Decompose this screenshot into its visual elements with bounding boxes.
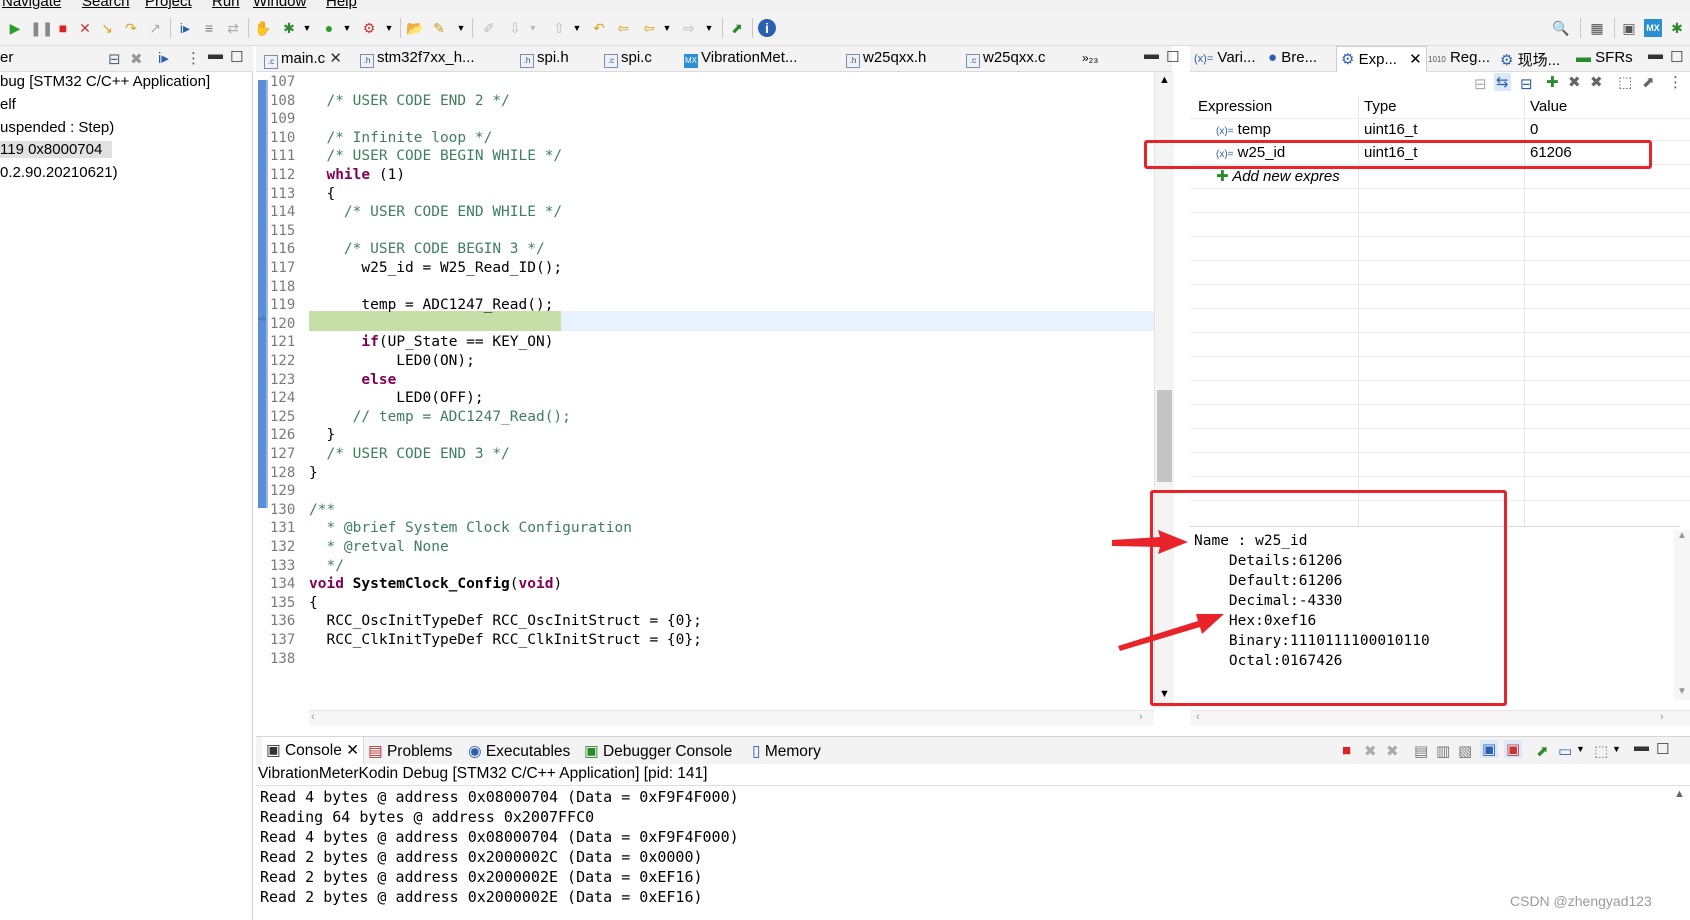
console-icon: ▣ — [266, 742, 281, 759]
console-line: Read 2 bytes @ address 0x2000002C (Data … — [260, 848, 703, 866]
terminate-icon[interactable]: ■ — [1342, 742, 1351, 759]
problems-icon: ▤ — [368, 743, 383, 760]
remove-all-launches-icon[interactable]: ✖ — [1386, 742, 1399, 760]
show-on-output-icon[interactable]: ▣ — [1480, 740, 1499, 758]
console-line: Read 2 bytes @ address 0x2000002E (Data … — [260, 868, 703, 886]
console-line: Read 2 bytes @ address 0x2000002E (Data … — [260, 888, 703, 906]
console-line: Read 4 bytes @ address 0x08000704 (Data … — [260, 828, 739, 846]
dropdown-icon[interactable]: ▼ — [1612, 744, 1621, 754]
tab-problems[interactable]: ▤ Problems — [368, 742, 452, 761]
minimize-icon[interactable]: ▬ — [1634, 738, 1649, 755]
dropdown-icon[interactable]: ▼ — [1576, 744, 1585, 754]
show-on-error-icon[interactable]: ▣ — [1504, 740, 1523, 758]
scroll-lock-icon[interactable]: ▥ — [1436, 742, 1450, 760]
scroll-up-icon[interactable]: ▲ — [1674, 788, 1685, 800]
word-wrap-icon[interactable]: ▧ — [1458, 742, 1472, 760]
tab-executables[interactable]: ◉ Executables — [468, 742, 570, 761]
watermark: CSDN @zhengyad123 — [1510, 893, 1652, 909]
close-icon[interactable]: ✕ — [346, 742, 359, 759]
red-arrow-hex — [1118, 614, 1224, 651]
red-arrow-name — [1112, 530, 1188, 554]
executables-icon: ◉ — [468, 743, 482, 760]
console-line: Read 4 bytes @ address 0x08000704 (Data … — [260, 788, 739, 806]
tab-memory[interactable]: ▯ Memory — [752, 742, 821, 761]
console-process-title: VibrationMeterKodin Debug [STM32 C/C++ A… — [258, 765, 708, 782]
debugger-console-icon: ▣ — [584, 743, 599, 760]
console-output[interactable]: Read 4 bytes @ address 0x08000704 (Data … — [256, 786, 1690, 920]
console-line: Reading 64 bytes @ address 0x2007FFC0 — [260, 808, 595, 826]
display-console-icon[interactable]: ▭ — [1558, 742, 1572, 760]
maximize-icon[interactable]: ☐ — [1656, 740, 1669, 758]
memory-icon: ▯ — [752, 743, 761, 760]
tab-debugger-console[interactable]: ▣ Debugger Console — [584, 742, 732, 761]
remove-launch-icon[interactable]: ✖ — [1364, 742, 1377, 760]
open-console-icon[interactable]: ⬚ — [1594, 742, 1608, 760]
pin-console-icon[interactable]: ⬈ — [1536, 742, 1549, 760]
clear-console-icon[interactable]: ▤ — [1414, 742, 1428, 760]
console-title-bar: VibrationMeterKodin Debug [STM32 C/C++ A… — [256, 764, 1690, 786]
tab-console[interactable]: ▣ Console ✕ — [262, 737, 365, 765]
console-tab-bar: ▣ Console ✕ ▤ Problems ◉ Executables ▣ D… — [256, 736, 1690, 765]
